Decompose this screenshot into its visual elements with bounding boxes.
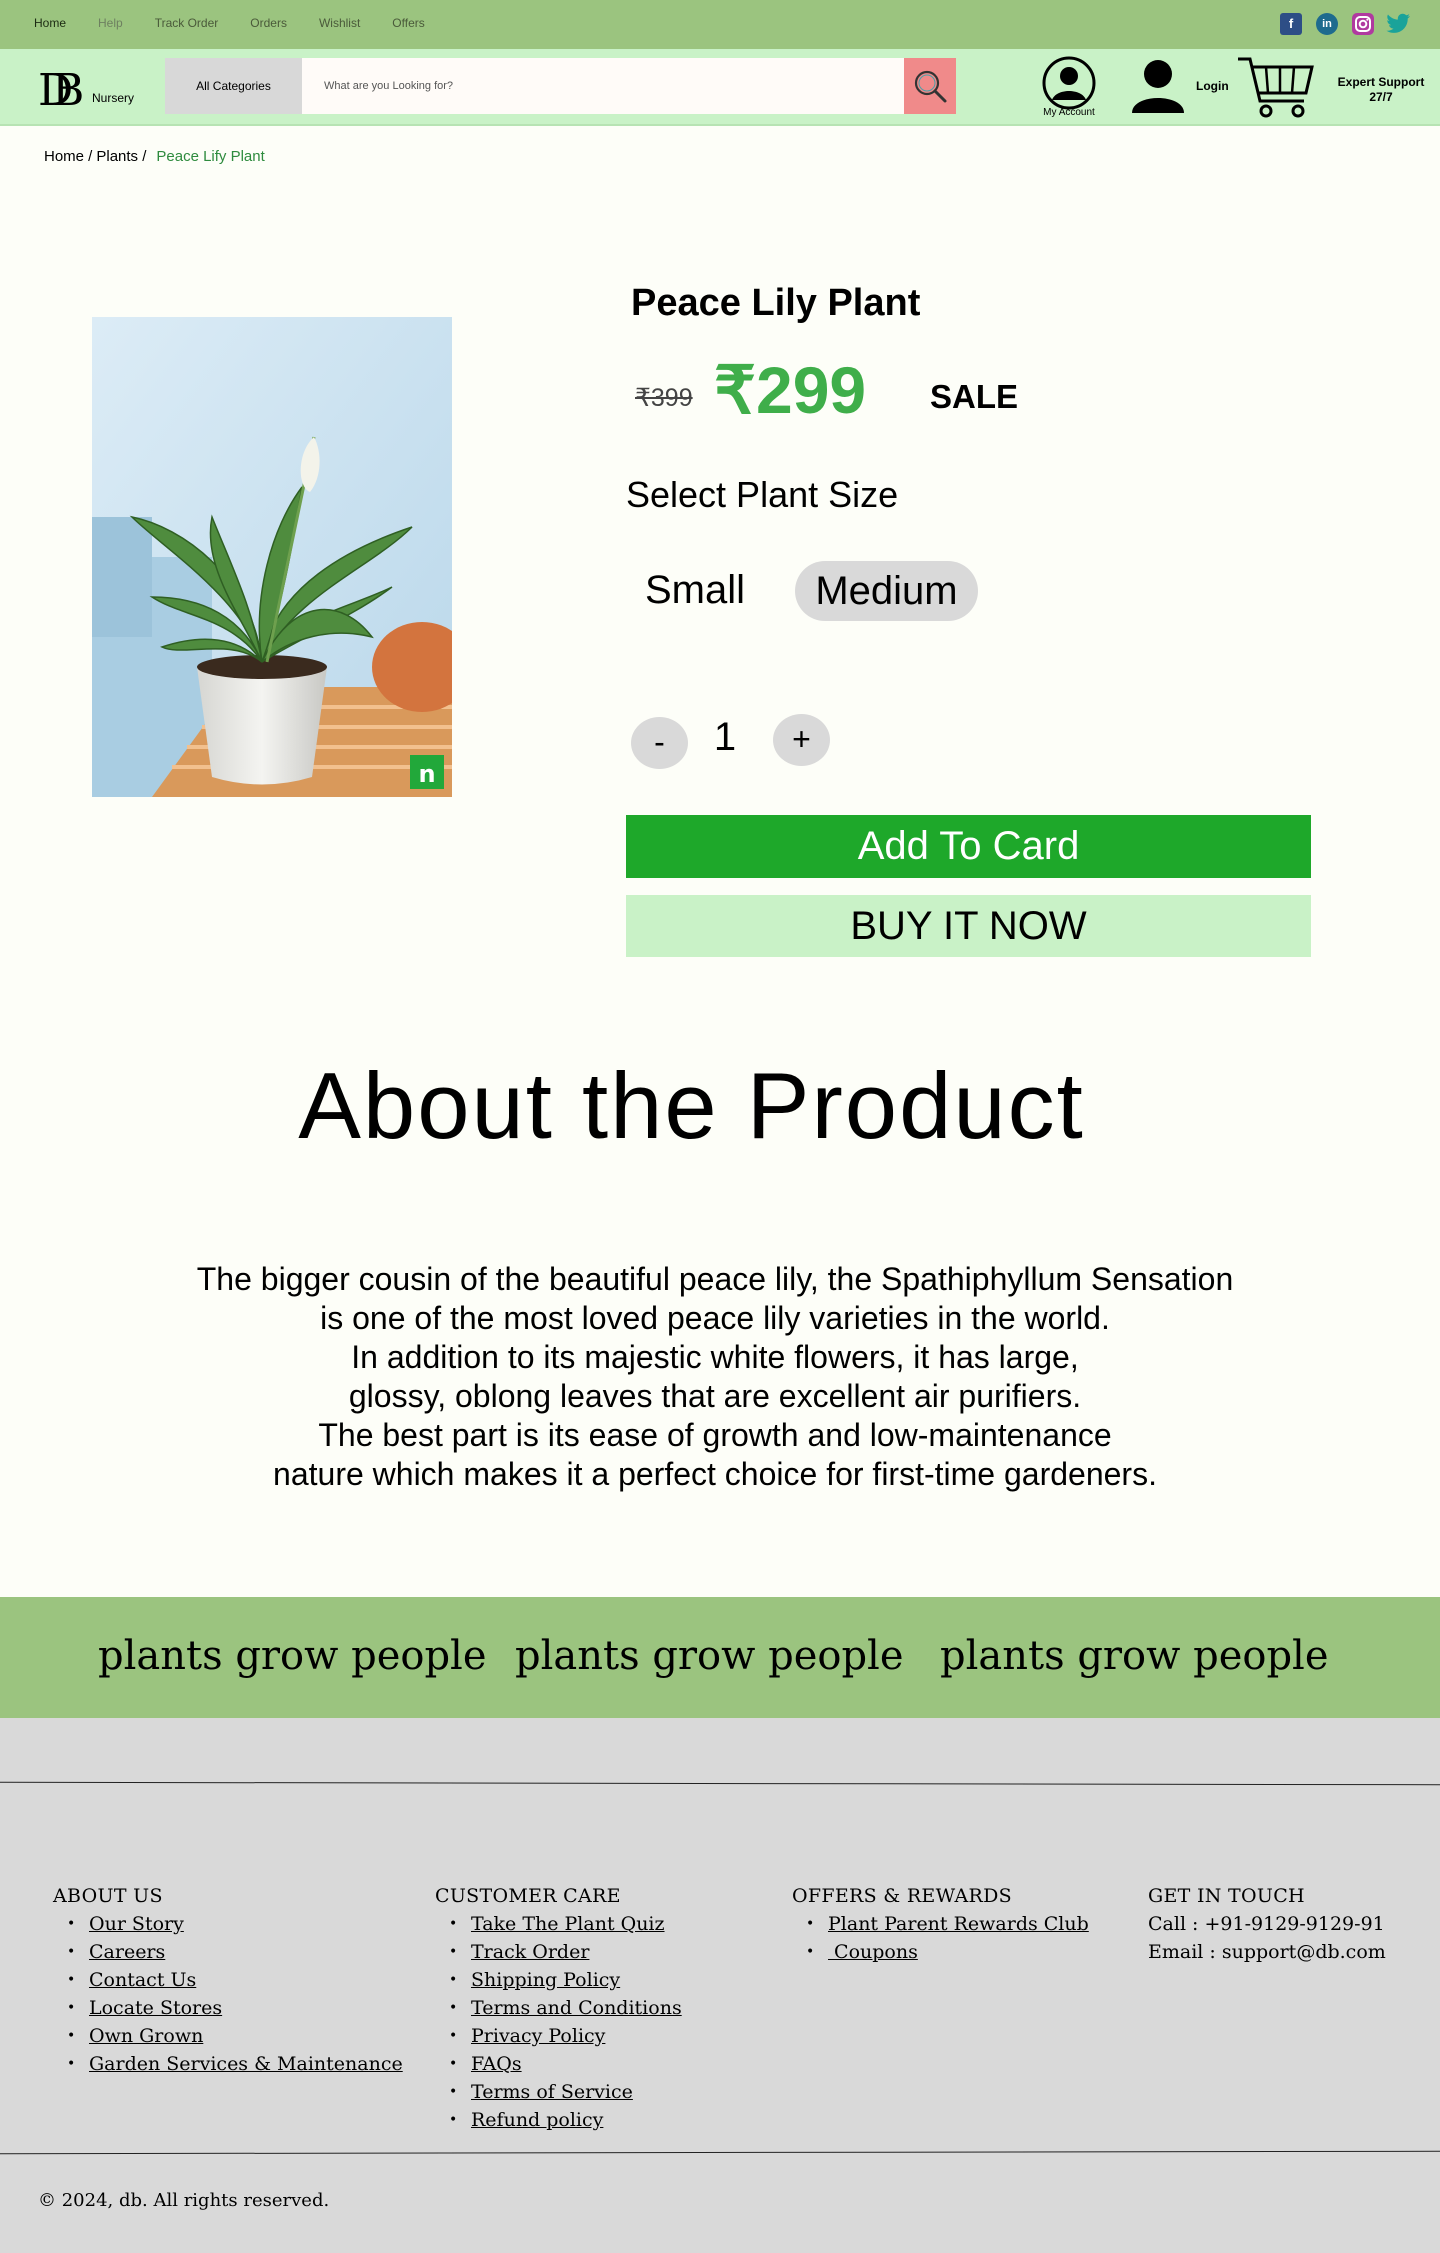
linkedin-icon[interactable]: in [1316, 13, 1338, 35]
add-to-cart-button[interactable]: Add To Card [626, 815, 1311, 878]
footer-link-shipping-policy[interactable]: Shipping Policy [471, 1969, 620, 1991]
quantity-increase-button[interactable]: + [773, 714, 830, 766]
original-price: ₹399 [635, 384, 693, 412]
footer-link-terms-conditions[interactable]: Terms and Conditions [471, 1997, 682, 2019]
logo-subtitle: Nursery [92, 91, 135, 105]
search-button[interactable] [904, 58, 956, 114]
topnav-offers-link[interactable]: Offers [392, 16, 424, 30]
user-icon [1132, 60, 1184, 113]
footer-email: Email : support@db.com [1148, 1941, 1386, 1963]
copyright: © 2024, db. All rights reserved. [38, 2190, 330, 2211]
quantity-value: 1 [713, 715, 737, 759]
size-option-small[interactable]: Small [630, 560, 760, 620]
footer-link-rewards-club[interactable]: Plant Parent Rewards Club [828, 1913, 1089, 1935]
size-option-medium[interactable]: Medium [795, 561, 978, 621]
about-line: In addition to its majestic white flower… [351, 1339, 1079, 1375]
breadcrumb-home[interactable]: Home / [44, 148, 92, 165]
breadcrumb: Home / Plants / Peace Lify Plant [44, 148, 269, 165]
footer-link-own-grown[interactable]: Own Grown [89, 2025, 203, 2047]
support-title: Expert Support [1337, 75, 1425, 89]
search-input[interactable] [302, 58, 904, 114]
footer-offers-heading: OFFERS & REWARDS [792, 1885, 1012, 1907]
quantity-decrease-button[interactable]: - [631, 717, 688, 769]
footer-link-track-order[interactable]: Track Order [471, 1941, 589, 1963]
logo[interactable]: D B [38, 65, 96, 119]
db-logo-mark: D B [38, 65, 96, 116]
sale-badge: SALE [930, 378, 1019, 415]
footer-about-column: ABOUT US Our Story Careers Contact Us Lo… [53, 1882, 403, 2078]
footer-link-refund-policy[interactable]: Refund policy [471, 2109, 603, 2131]
sale-price: ₹299 [714, 353, 867, 427]
about-line: The bigger cousin of the beautiful peace… [196, 1261, 1234, 1297]
breadcrumb-current: Peace Lify Plant [156, 148, 265, 165]
topnav-orders-link[interactable]: Orders [250, 16, 287, 30]
banner-tagline: plants grow people [98, 1633, 487, 1679]
top-nav: Home Help Track Order Orders Wishlist Of… [34, 16, 457, 30]
svg-text:B: B [52, 65, 82, 111]
product-image: n [92, 317, 452, 797]
twitter-icon[interactable] [1386, 12, 1410, 34]
product-title: Peace Lily Plant [631, 282, 921, 324]
footer-contact-column: GET IN TOUCH Call : +91-9129-9129-91 Ema… [1148, 1882, 1386, 1966]
footer-about-heading: ABOUT US [53, 1885, 163, 1907]
my-account-label: My Account [1043, 107, 1095, 118]
topnav-wishlist-link[interactable]: Wishlist [319, 16, 360, 30]
about-description: The bigger cousin of the beautiful peace… [0, 1260, 1430, 1494]
about-line: The best part is its ease of growth and … [318, 1417, 1112, 1453]
footer-link-our-story[interactable]: Our Story [89, 1913, 184, 1935]
footer-link-faqs[interactable]: FAQs [471, 2053, 522, 2075]
svg-text:n: n [418, 760, 435, 788]
topnav-home-link[interactable]: Home [34, 16, 66, 30]
cart-button[interactable] [1236, 53, 1316, 125]
about-title: About the Product [298, 1053, 1085, 1158]
about-line: is one of the most loved peace lily vari… [320, 1300, 1110, 1336]
topnav-help-link[interactable]: Help [98, 16, 123, 30]
footer-phone: Call : +91-9129-9129-91 [1148, 1913, 1385, 1935]
breadcrumb-plants[interactable]: Plants / [96, 148, 146, 165]
footer-link-plant-quiz[interactable]: Take The Plant Quiz [471, 1913, 665, 1935]
footer-link-locate-stores[interactable]: Locate Stores [89, 1997, 222, 2019]
topnav-track-order-link[interactable]: Track Order [155, 16, 219, 30]
buy-now-button[interactable]: BUY IT NOW [626, 895, 1311, 957]
account-icon [1042, 56, 1096, 110]
footer-link-careers[interactable]: Careers [89, 1941, 165, 1963]
banner-tagline: plants grow people [940, 1633, 1329, 1679]
banner-tagline: plants grow people [515, 1633, 904, 1679]
login-label[interactable]: Login [1196, 79, 1229, 93]
size-label: Select Plant Size [626, 474, 899, 515]
footer-link-contact-us[interactable]: Contact Us [89, 1969, 196, 1991]
footer-care-column: CUSTOMER CARE Take The Plant Quiz Track … [435, 1882, 682, 2134]
login-button[interactable] [1130, 57, 1186, 119]
footer-link-privacy-policy[interactable]: Privacy Policy [471, 2025, 605, 2047]
main-header: D B Nursery All Categories My Account Lo… [0, 49, 1440, 126]
footer-offers-column: OFFERS & REWARDS Plant Parent Rewards Cl… [792, 1882, 1089, 1966]
facebook-icon[interactable]: f [1280, 13, 1302, 35]
footer-link-terms-of-service[interactable]: Terms of Service [471, 2081, 633, 2103]
expert-support[interactable]: Expert Support 27/7 [1330, 75, 1432, 105]
all-categories-button[interactable]: All Categories [165, 58, 302, 114]
cart-icon [1238, 57, 1314, 118]
footer-care-heading: CUSTOMER CARE [435, 1885, 621, 1907]
about-line: nature which makes it a perfect choice f… [273, 1456, 1157, 1492]
about-line: glossy, oblong leaves that are excellent… [348, 1378, 1082, 1414]
top-bar: Home Help Track Order Orders Wishlist Of… [0, 0, 1440, 49]
footer-link-coupons[interactable]: Coupons [828, 1941, 918, 1963]
tagline-banner: plants grow people plants grow people pl… [0, 1597, 1440, 1718]
footer-contact-heading: GET IN TOUCH [1148, 1885, 1305, 1907]
search-icon [914, 70, 947, 103]
support-hours: 27/7 [1369, 90, 1393, 104]
footer-link-garden-services[interactable]: Garden Services & Maintenance [89, 2053, 403, 2075]
instagram-icon[interactable] [1352, 13, 1374, 35]
